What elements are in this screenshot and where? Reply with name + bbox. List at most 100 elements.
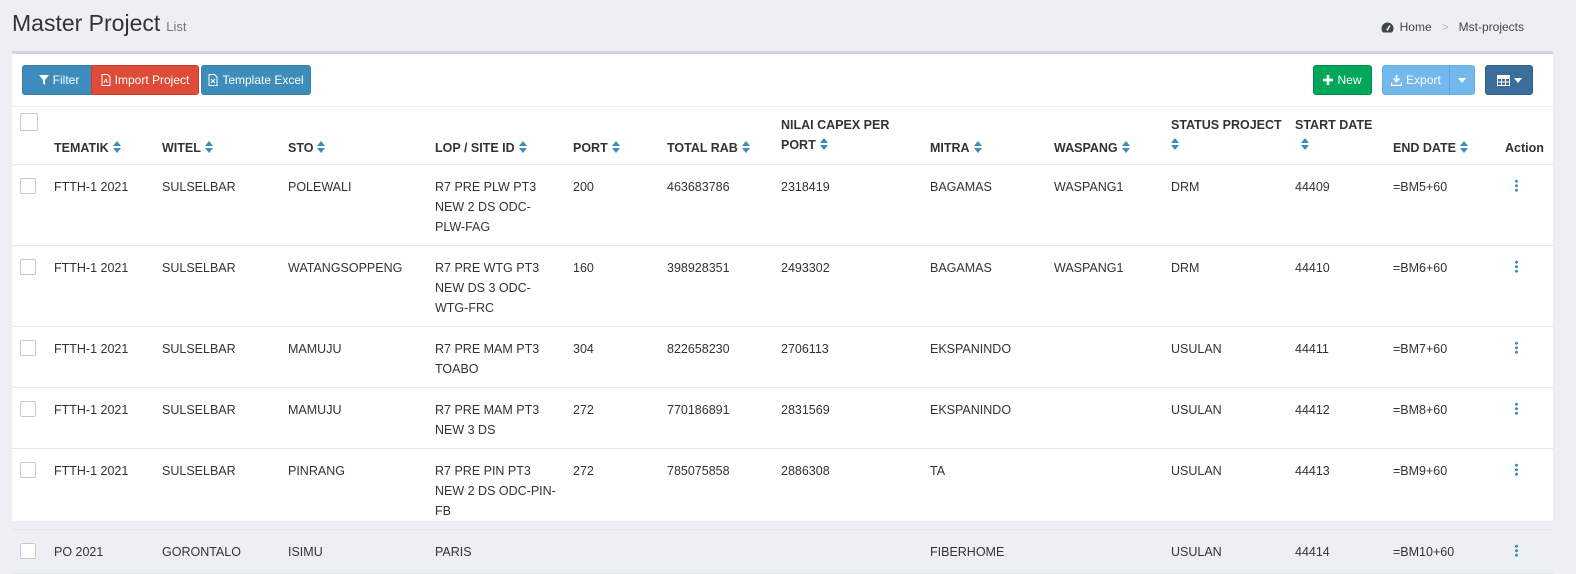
col-tematik-label: TEMATIK [54, 140, 109, 155]
col-total-rab[interactable]: TOTAL RAB [667, 106, 781, 164]
col-waspang[interactable]: WASPANG [1054, 106, 1171, 164]
cell-mitra: TA [930, 463, 946, 478]
cell-status: DRM [1171, 260, 1200, 275]
projects-table: TEMATIK WITEL STO LOP / SITE ID PORT TOT… [12, 106, 1553, 574]
cell-end-date: =BM8+60 [1393, 402, 1448, 417]
col-lop-site-id[interactable]: LOP / SITE ID [435, 106, 573, 164]
table-row: FTTH-1 2021 SULSELBAR PINRANG R7 PRE PIN… [12, 448, 1553, 529]
caret-down-icon [1513, 77, 1522, 83]
sort-icon [819, 137, 828, 150]
row-checkbox[interactable] [20, 542, 36, 559]
plus-icon [1323, 75, 1334, 85]
col-nilai-capex[interactable]: NILAI CAPEX PER PORT [781, 106, 930, 164]
col-sto-label: STO [288, 140, 314, 155]
page-title: Master Project List [12, 10, 187, 37]
more-actions-icon[interactable] [1515, 178, 1518, 192]
sort-icon [973, 140, 982, 153]
columns-toggle-button[interactable] [1485, 65, 1533, 95]
col-waspang-label: WASPANG [1054, 140, 1118, 155]
table-row: FTTH-1 2021 SULSELBAR WATANGSOPPENG R7 P… [12, 245, 1553, 326]
cell-end-date: =BM5+60 [1393, 179, 1448, 194]
col-start-date[interactable]: START DATE [1295, 106, 1393, 164]
cell-end-date: =BM7+60 [1393, 341, 1448, 356]
filter-button[interactable]: Filter [22, 65, 96, 95]
table-row: FTTH-1 2021 SULSELBAR POLEWALI R7 PRE PL… [12, 164, 1553, 245]
cell-nilai-capex [781, 529, 930, 573]
row-checkbox[interactable] [20, 339, 36, 356]
cell-sto: ISIMU [288, 544, 323, 559]
cell-witel: GORONTALO [162, 544, 241, 559]
new-button[interactable]: New [1313, 65, 1372, 95]
cell-tematik: FTTH-1 2021 [54, 402, 129, 417]
more-actions-icon[interactable] [1515, 340, 1518, 354]
file-excel-icon [208, 74, 218, 86]
caret-down-icon [1458, 77, 1466, 83]
cell-sto: PINRANG [288, 463, 345, 478]
cell-port: 272 [573, 402, 594, 417]
sort-icon [1121, 140, 1130, 153]
col-sto[interactable]: STO [288, 106, 435, 164]
export-button-label: Export [1406, 73, 1441, 87]
sort-icon [112, 140, 121, 153]
sort-icon [611, 140, 620, 153]
col-nilai-capex-label-2: PORT [781, 137, 816, 152]
more-actions-icon[interactable] [1515, 543, 1518, 557]
cell-nilai-capex: 2493302 [781, 260, 830, 275]
row-checkbox[interactable] [20, 177, 36, 194]
cell-witel: SULSELBAR [162, 341, 236, 356]
cell-tematik: FTTH-1 2021 [54, 260, 129, 275]
cell-status: USULAN [1171, 341, 1222, 356]
cell-waspang [1054, 387, 1171, 448]
import-project-button[interactable]: Import Project [91, 65, 199, 95]
template-excel-button[interactable]: Template Excel [201, 65, 311, 95]
page-subtitle: List [166, 19, 187, 34]
cell-port: 160 [573, 260, 594, 275]
cell-status: USULAN [1171, 463, 1222, 478]
col-mitra-label: MITRA [930, 140, 970, 155]
more-actions-icon[interactable] [1515, 259, 1518, 273]
col-witel-label: WITEL [162, 140, 201, 155]
cell-lop: R7 PRE MAM PT3 NEW 3 DS [435, 402, 540, 437]
cell-mitra: EKSPANINDO [930, 341, 1012, 356]
cell-mitra: FIBERHOME [930, 544, 1005, 559]
template-excel-label: Template Excel [222, 73, 304, 87]
file-pdf-icon [101, 74, 111, 86]
col-port-label: PORT [573, 140, 608, 155]
col-end-date[interactable]: END DATE [1393, 106, 1505, 164]
export-dropdown-toggle[interactable] [1449, 65, 1475, 95]
col-status-project[interactable]: STATUS PROJECT [1171, 106, 1295, 164]
cell-lop: R7 PRE PLW PT3 NEW 2 DS ODC-PLW-FAG [435, 179, 537, 234]
row-checkbox[interactable] [20, 258, 36, 275]
cell-mitra: BAGAMAS [930, 260, 992, 275]
cell-tematik: PO 2021 [54, 544, 104, 559]
row-checkbox[interactable] [20, 400, 36, 417]
col-tematik[interactable]: TEMATIK [54, 106, 162, 164]
page-title-text: Master Project [12, 10, 161, 36]
table-header-row: TEMATIK WITEL STO LOP / SITE ID PORT TOT… [12, 106, 1553, 164]
filter-button-label: Filter [52, 73, 80, 87]
cell-lop: R7 PRE MAM PT3 TOABO [435, 341, 540, 376]
sort-icon [518, 140, 527, 153]
more-actions-icon[interactable] [1515, 462, 1518, 476]
col-nilai-capex-label-1: NILAI CAPEX PER [781, 117, 890, 132]
row-checkbox[interactable] [20, 461, 36, 478]
cell-status: DRM [1171, 179, 1200, 194]
more-actions-icon[interactable] [1515, 401, 1518, 415]
toolbar: Filter Import Project Template Excel New… [12, 54, 1553, 107]
col-port[interactable]: PORT [573, 106, 667, 164]
cell-witel: SULSELBAR [162, 260, 236, 275]
col-witel[interactable]: WITEL [162, 106, 288, 164]
sort-icon [317, 140, 326, 153]
cell-total-rab: 398928351 [667, 260, 730, 275]
cell-start-date: 44409 [1295, 179, 1330, 194]
cell-tematik: FTTH-1 2021 [54, 463, 129, 478]
table-row: FTTH-1 2021 SULSELBAR MAMUJU R7 PRE MAM … [12, 326, 1553, 387]
export-button[interactable]: Export [1382, 65, 1450, 95]
cell-total-rab: 463683786 [667, 179, 730, 194]
breadcrumb-home[interactable]: Home [1400, 20, 1432, 34]
select-all-checkbox[interactable] [20, 112, 38, 131]
dashboard-icon [1381, 22, 1394, 32]
cell-witel: SULSELBAR [162, 179, 236, 194]
cell-waspang [1054, 529, 1171, 573]
col-mitra[interactable]: MITRA [930, 106, 1054, 164]
